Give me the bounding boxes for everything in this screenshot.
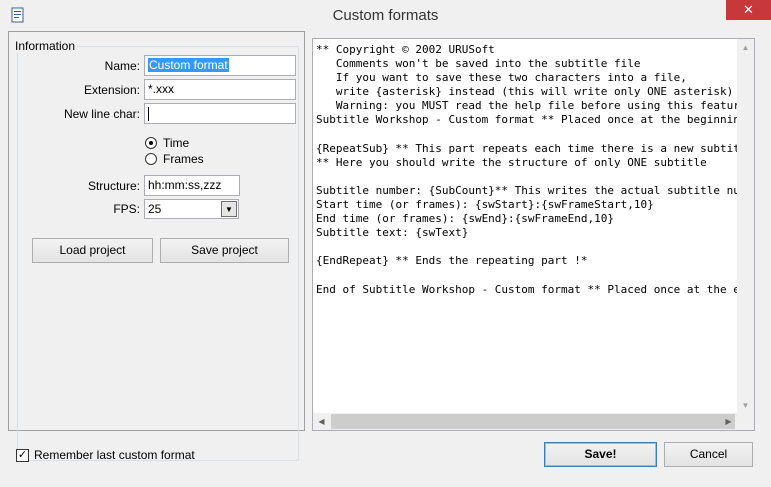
format-editor[interactable]: ** Copyright © 2002 URUSoft Comments won… — [312, 38, 755, 431]
scroll-up-icon[interactable]: ▲ — [737, 39, 754, 56]
load-project-button[interactable]: Load project — [32, 238, 153, 263]
radio-unselected-icon — [145, 153, 157, 165]
structure-label: Structure: — [87, 179, 140, 193]
save-button[interactable]: Save! — [544, 442, 657, 467]
scrollbar-corner — [737, 413, 754, 430]
newline-label: New line char: — [63, 107, 140, 121]
information-group-label: Information — [13, 39, 78, 53]
vertical-scrollbar[interactable]: ▲ ▼ — [737, 39, 754, 414]
horizontal-scroll-thumb[interactable] — [331, 414, 735, 429]
scroll-down-icon[interactable]: ▼ — [737, 397, 754, 414]
chevron-down-icon[interactable]: ▼ — [221, 201, 237, 217]
close-button[interactable]: ✕ — [726, 0, 771, 20]
time-radio-label: Time — [163, 136, 190, 150]
extension-field[interactable]: *.xxx — [144, 79, 296, 100]
fps-dropdown[interactable]: 25 ▼ — [144, 199, 239, 219]
scroll-right-icon[interactable]: ▶ — [720, 413, 737, 430]
format-editor-text[interactable]: ** Copyright © 2002 URUSoft Comments won… — [316, 43, 740, 411]
frames-radio-label: Frames — [163, 152, 204, 166]
time-radio[interactable]: Time — [145, 136, 189, 150]
extension-label: Extension: — [83, 83, 140, 97]
save-project-button[interactable]: Save project — [160, 238, 289, 263]
remember-label: Remember last custom format — [34, 448, 195, 462]
radio-selected-icon — [145, 137, 157, 149]
horizontal-scrollbar[interactable]: ◀ ▶ — [313, 413, 754, 430]
scroll-left-icon[interactable]: ◀ — [313, 413, 330, 430]
structure-field[interactable]: hh:mm:ss,zzz — [144, 175, 240, 196]
newline-field[interactable] — [144, 103, 296, 124]
remember-checkbox[interactable]: ✓ Remember last custom format — [16, 448, 195, 462]
title-bar: Custom formats ✕ — [0, 0, 771, 31]
fps-label: FPS: — [113, 202, 140, 216]
cancel-button[interactable]: Cancel — [664, 442, 753, 467]
frames-radio[interactable]: Frames — [145, 152, 204, 166]
fps-value: 25 — [148, 202, 162, 216]
checkmark-icon: ✓ — [16, 448, 29, 462]
name-field-value: Custom format — [148, 58, 229, 72]
window-title: Custom formats — [332, 7, 439, 24]
text-caret — [148, 106, 149, 121]
name-label: Name: — [104, 59, 140, 73]
name-field[interactable]: Custom format — [144, 55, 296, 76]
